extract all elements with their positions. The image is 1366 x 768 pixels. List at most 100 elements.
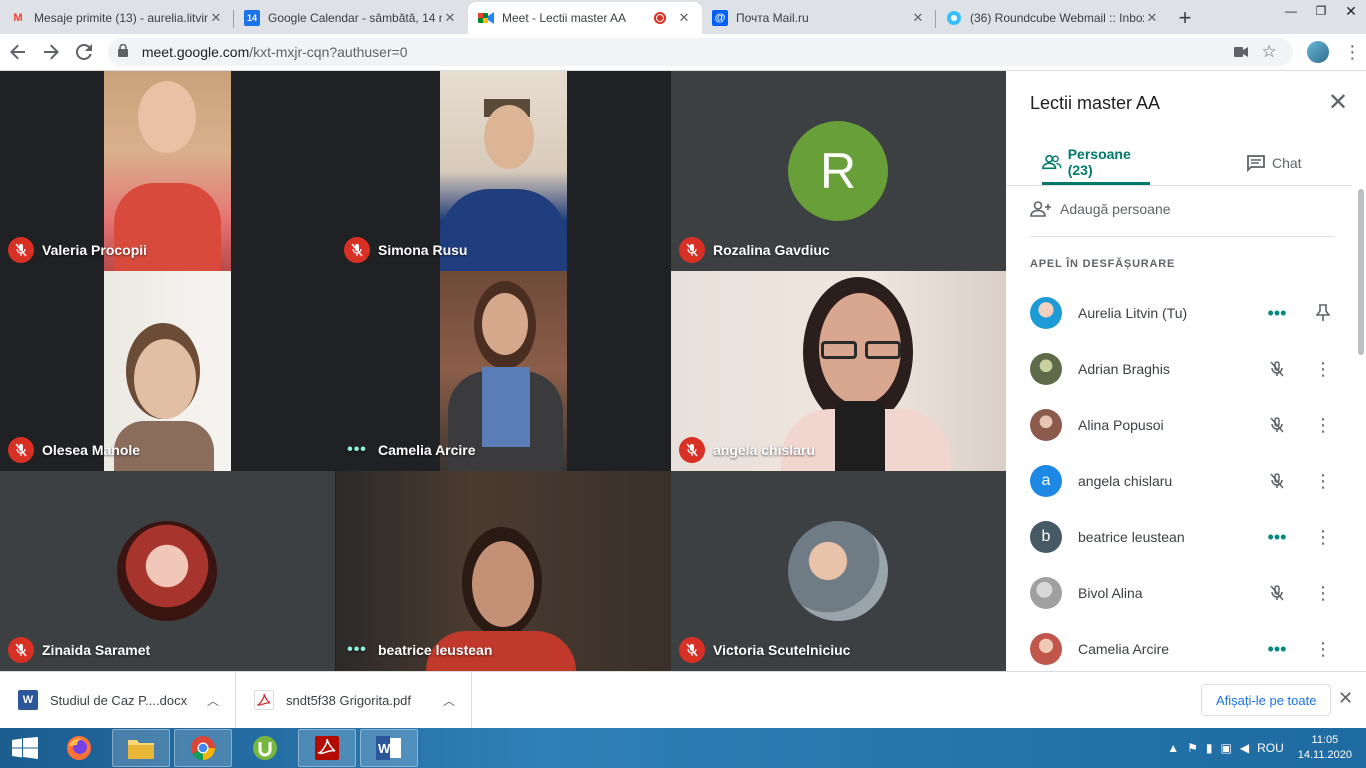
participant-label: ••• beatrice leustean: [344, 637, 492, 663]
panel-scrollbar[interactable]: [1358, 189, 1364, 355]
browser-tab-roundcube[interactable]: (36) Roundcube Webmail :: Inbox ✕: [936, 2, 1170, 34]
volume-icon[interactable]: ◀: [1240, 741, 1249, 755]
browser-tab-calendar[interactable]: 14 Google Calendar - sâmbătă, 14 n ✕: [234, 2, 468, 34]
browser-tab-strip: M Mesaje primite (13) - aurelia.litvin ✕…: [0, 0, 1366, 34]
lock-icon[interactable]: [117, 43, 132, 60]
camera-icon[interactable]: [1227, 44, 1255, 60]
mic-off-icon: [1260, 416, 1294, 434]
tray-arrow-icon[interactable]: ▲: [1167, 741, 1179, 755]
video-tile[interactable]: ••• beatrice leustean: [336, 471, 671, 671]
restore-icon[interactable]: ❐: [1306, 0, 1336, 22]
video-tile[interactable]: Olesea Manole: [0, 271, 335, 471]
new-tab-button[interactable]: +: [1170, 3, 1200, 33]
video-tile[interactable]: Zinaida Saramet: [0, 471, 335, 671]
video-tile[interactable]: Simona Rusu: [336, 71, 671, 271]
video-tile[interactable]: R Rozalina Gavdiuc: [671, 71, 1006, 271]
close-icon[interactable]: ✕: [208, 10, 224, 26]
more-options-icon[interactable]: ⋮: [1306, 583, 1340, 604]
tab-people[interactable]: Persoane (23): [1042, 141, 1150, 185]
system-clock[interactable]: 11:05 14.11.2020: [1298, 733, 1352, 763]
close-icon[interactable]: ✕: [910, 10, 926, 26]
keyboard-language[interactable]: ROU: [1257, 741, 1284, 755]
tab-title: Google Calendar - sâmbătă, 14 n: [268, 11, 442, 25]
address-bar[interactable]: meet.google.com/kxt-mxjr-cqn?authuser=0 …: [107, 38, 1294, 66]
more-options-icon[interactable]: ⋮: [1306, 415, 1340, 436]
chevron-up-icon[interactable]: ︿: [207, 692, 219, 709]
video-tile[interactable]: Valeria Procopii: [0, 71, 335, 271]
participant-row[interactable]: Adrian Braghis ⋮: [1030, 341, 1340, 397]
gmail-icon: M: [13, 12, 23, 24]
close-icon[interactable]: ✕: [442, 10, 458, 26]
browser-menu-icon[interactable]: ⋮: [1339, 42, 1366, 63]
participant-label: Rozalina Gavdiuc: [679, 237, 830, 263]
mic-off-icon: [344, 237, 370, 263]
participant-avatar: [788, 521, 888, 621]
tab-people-label: Persoane (23): [1067, 145, 1131, 178]
chevron-up-icon[interactable]: ︿: [443, 692, 455, 709]
more-options-icon[interactable]: ⋮: [1306, 527, 1340, 548]
utorrent-icon[interactable]: [236, 729, 294, 767]
participant-name: Victoria Scutelniciuc: [713, 642, 851, 658]
close-icon[interactable]: ✕: [1326, 91, 1350, 115]
show-all-downloads-button[interactable]: Afișați-le pe toate: [1201, 684, 1332, 716]
chrome-icon[interactable]: [174, 729, 232, 767]
tab-chat[interactable]: Chat: [1246, 141, 1302, 185]
word-icon[interactable]: W: [360, 729, 418, 767]
participant-row[interactable]: a angela chislaru ⋮: [1030, 453, 1340, 509]
speaking-indicator-icon: •••: [1267, 638, 1287, 659]
participant-row[interactable]: Camelia Arcire ••• ⋮: [1030, 621, 1340, 677]
participant-name: Rozalina Gavdiuc: [713, 242, 830, 258]
forward-icon[interactable]: [35, 36, 66, 68]
file-explorer-icon[interactable]: [112, 729, 170, 767]
participant-row[interactable]: Alina Popusoi ⋮: [1030, 397, 1340, 453]
tab-title: Почта Mail.ru: [736, 11, 809, 25]
close-icon[interactable]: ✕: [676, 10, 692, 26]
meet-video-grid: Valeria Procopii Simona Rusu R Rozalina …: [0, 71, 1006, 671]
participant-name: Simona Rusu: [378, 242, 468, 258]
participant-row[interactable]: Aurelia Litvin (Tu) •••: [1030, 285, 1340, 341]
video-tile[interactable]: Victoria Scutelniciuc: [671, 471, 1006, 671]
clock-time: 11:05: [1311, 734, 1339, 746]
more-options-icon[interactable]: ⋮: [1306, 471, 1340, 492]
more-options-icon[interactable]: ⋮: [1306, 359, 1340, 380]
flag-icon[interactable]: ⚑: [1187, 741, 1198, 755]
tab-title: Meet - Lectii master AA: [502, 11, 627, 25]
pdf-file-icon: [254, 690, 274, 710]
participant-name: Bivol Alina: [1078, 585, 1143, 601]
download-bar: W Studiul de Caz P....docx ︿ sndt5f38 Gr…: [0, 671, 1366, 729]
mailru-icon: @: [712, 10, 728, 26]
more-options-icon[interactable]: ⋮: [1306, 639, 1340, 660]
recording-icon: [654, 12, 666, 24]
close-icon[interactable]: ✕: [1338, 688, 1353, 709]
back-icon[interactable]: [2, 36, 33, 68]
battery-icon[interactable]: ▮: [1206, 741, 1213, 755]
firefox-icon[interactable]: [50, 729, 108, 767]
url-host: meet.google.com: [141, 44, 250, 60]
participant-label: Valeria Procopii: [8, 237, 147, 263]
windows-start-icon[interactable]: [0, 728, 50, 768]
participant-row[interactable]: Bivol Alina ⋮: [1030, 565, 1340, 621]
video-tile[interactable]: ••• Camelia Arcire: [336, 271, 671, 471]
participant-row[interactable]: b beatrice leustean ••• ⋮: [1030, 509, 1340, 565]
reload-icon[interactable]: [69, 36, 100, 68]
browser-tab-mailru[interactable]: @ Почта Mail.ru ✕: [702, 2, 936, 34]
network-icon[interactable]: ▣: [1221, 741, 1232, 755]
profile-avatar[interactable]: [1307, 41, 1329, 63]
close-icon[interactable]: ✕: [1144, 10, 1160, 26]
browser-tab-gmail[interactable]: M Mesaje primite (13) - aurelia.litvin ✕: [0, 2, 234, 34]
avatar-letter: b: [1030, 521, 1062, 553]
meeting-title: Lectii master AA: [1030, 93, 1161, 113]
mic-off-icon: [1260, 584, 1294, 602]
download-item[interactable]: W Studiul de Caz P....docx ︿: [0, 671, 236, 729]
participant-name: beatrice leustean: [1078, 529, 1185, 545]
download-item[interactable]: sndt5f38 Grigorita.pdf ︿: [236, 671, 472, 729]
add-people-button[interactable]: Adaugă persoane: [1030, 201, 1171, 217]
acrobat-icon[interactable]: [298, 729, 356, 767]
pin-icon[interactable]: [1306, 304, 1340, 322]
close-window-icon[interactable]: ✕: [1336, 0, 1366, 22]
bookmark-star-icon[interactable]: ☆: [1255, 42, 1283, 62]
video-tile[interactable]: angela chislaru: [671, 271, 1006, 471]
mic-off-icon: [8, 237, 34, 263]
browser-tab-meet[interactable]: Meet - Lectii master AA ✕: [468, 2, 702, 34]
minimize-icon[interactable]: —: [1276, 0, 1306, 22]
